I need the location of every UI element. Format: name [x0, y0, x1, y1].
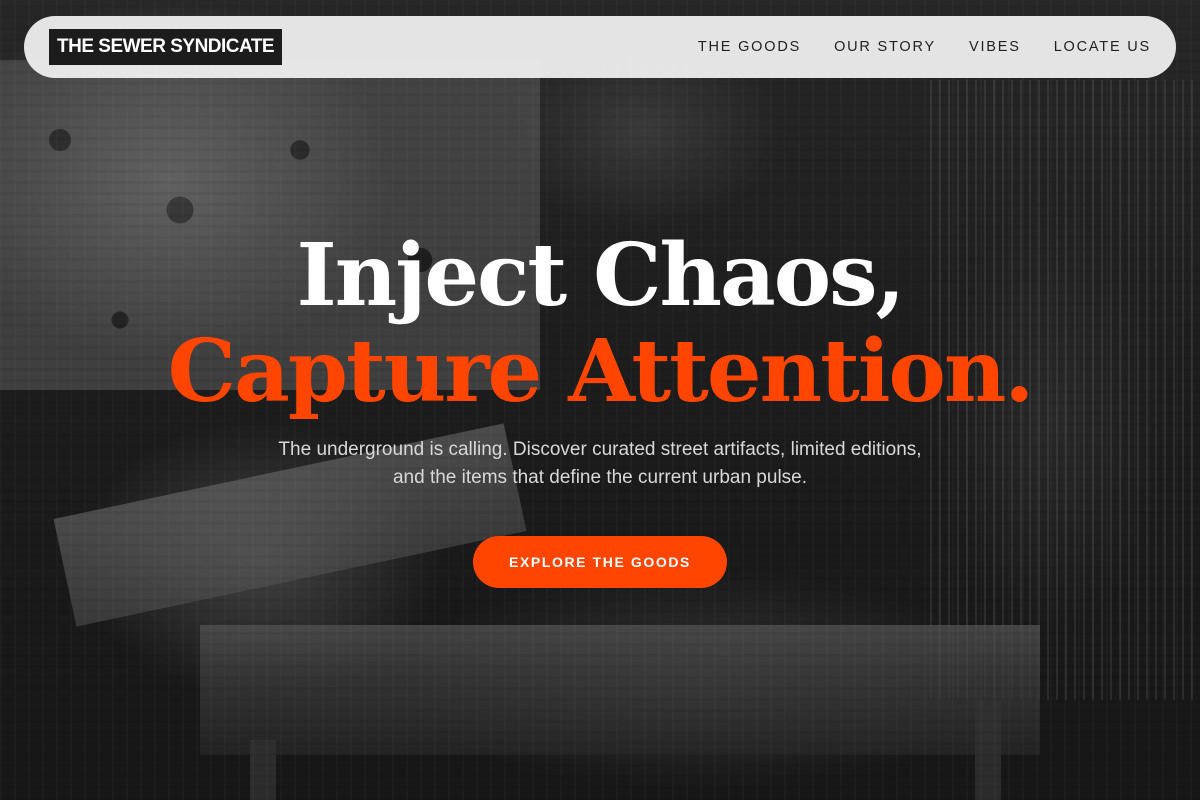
nav-item-our-story[interactable]: OUR STORY: [834, 39, 936, 55]
headline-line-1: Inject Chaos,: [296, 225, 905, 326]
explore-goods-button[interactable]: EXPLORE THE GOODS: [473, 536, 727, 588]
nav-item-locate-us[interactable]: LOCATE US: [1054, 39, 1151, 55]
headline-line-2: Capture Attention.: [167, 321, 1035, 422]
nav-links: THE GOODS OUR STORY VIBES LOCATE US: [698, 39, 1151, 55]
hero-section: Inject Chaos, Capture Attention. The und…: [0, 228, 1200, 588]
nav-item-the-goods[interactable]: THE GOODS: [698, 39, 801, 55]
hero-subtitle: The underground is calling. Discover cur…: [278, 439, 922, 488]
nav-item-vibes[interactable]: VIBES: [969, 39, 1021, 55]
hero-headline: Inject Chaos, Capture Attention.: [0, 228, 1200, 420]
navbar: THE SEWER SYNDICATE THE GOODS OUR STORY …: [24, 16, 1176, 78]
brand-logo[interactable]: THE SEWER SYNDICATE: [49, 29, 283, 65]
